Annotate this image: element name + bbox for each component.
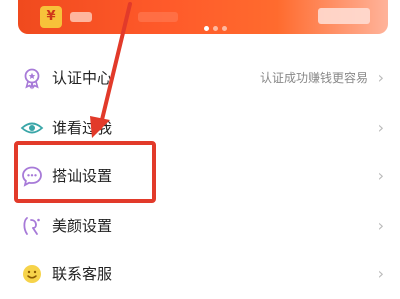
menu-item-label: 认证中心 xyxy=(52,69,113,87)
chevron-right-icon: › xyxy=(377,216,384,235)
page-dot xyxy=(204,26,209,31)
page-dot xyxy=(213,26,218,31)
beauty-icon xyxy=(20,214,44,238)
menu-item-label: 谁看过我 xyxy=(52,119,113,137)
badge-icon xyxy=(20,66,44,90)
page-dot xyxy=(222,26,227,31)
highlight-box xyxy=(14,141,156,203)
menu-item-customer-service[interactable]: 联系客服 › xyxy=(0,249,400,299)
eye-icon xyxy=(20,116,44,140)
banner-blurred-text xyxy=(70,12,92,22)
chevron-right-icon: › xyxy=(377,118,384,137)
chevron-right-icon: › xyxy=(377,68,384,87)
menu-item-label: 联系客服 xyxy=(52,265,113,283)
chevron-right-icon: › xyxy=(377,166,384,185)
banner-blurred-image xyxy=(318,8,370,24)
banner-page-dots xyxy=(204,26,227,31)
menu-item-label: 美颜设置 xyxy=(52,217,113,235)
coin-icon: ¥ xyxy=(40,6,62,28)
menu-item-certification[interactable]: 认证中心 认证成功赚钱更容易 › xyxy=(0,53,400,103)
smiley-face-icon xyxy=(20,262,44,286)
banner-blurred-text xyxy=(138,12,178,22)
chevron-right-icon: › xyxy=(377,264,384,283)
menu-item-hint: 认证成功赚钱更容易 xyxy=(259,71,368,85)
promo-banner[interactable]: ¥ xyxy=(18,0,388,34)
menu-item-beauty-settings[interactable]: 美颜设置 › xyxy=(0,201,400,251)
